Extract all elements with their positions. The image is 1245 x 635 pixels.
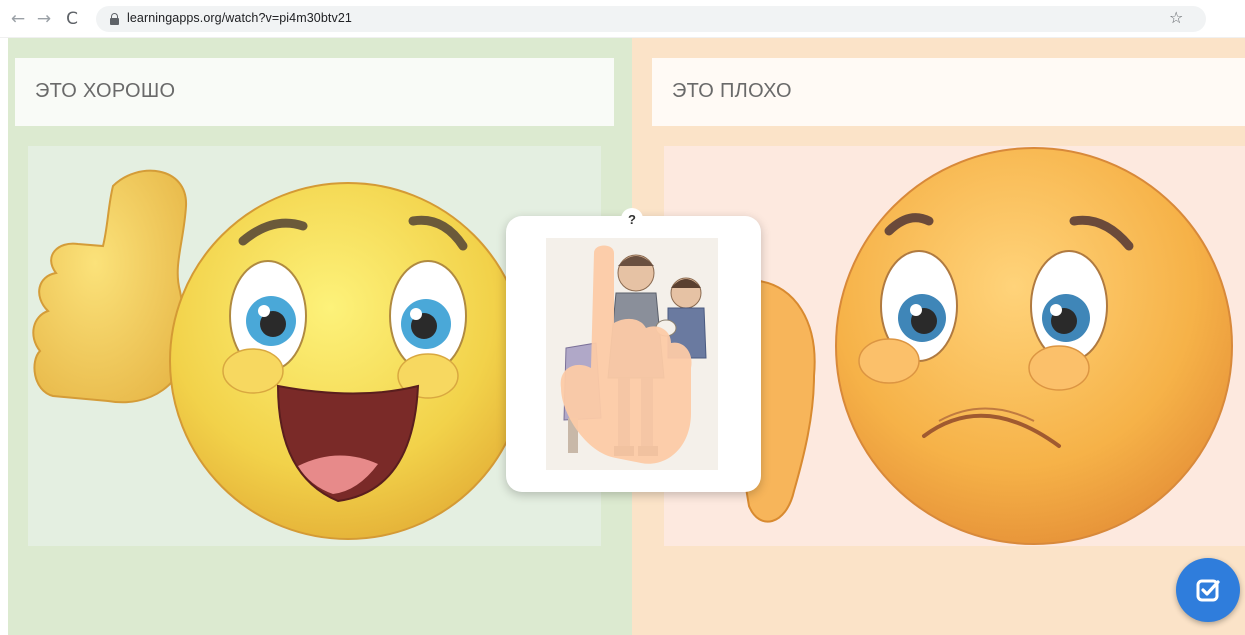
draggable-card[interactable] <box>506 216 761 492</box>
address-bar[interactable]: learningapps.org/watch?v=pi4m30btv21 ☆ <box>96 6 1206 32</box>
forward-icon[interactable]: → <box>34 9 54 29</box>
checkbox-check-icon <box>1196 579 1220 602</box>
card-hint-badge[interactable]: ? <box>621 208 643 230</box>
url-text[interactable]: learningapps.org/watch?v=pi4m30btv21 <box>127 11 352 25</box>
category-title-good: ЭТО ХОРОШО <box>35 80 176 102</box>
children-illustration-image <box>546 238 718 470</box>
check-answers-button[interactable] <box>1176 558 1240 622</box>
category-title-bad: ЭТО ПЛОХО <box>672 80 792 102</box>
back-icon[interactable]: ← <box>8 9 28 29</box>
lock-icon <box>110 13 119 25</box>
browser-toolbar: ← → C learningapps.org/watch?v=pi4m30btv… <box>0 0 1245 38</box>
card-illustration <box>546 238 718 470</box>
reload-icon[interactable]: C <box>62 9 82 29</box>
category-header-bad: ЭТО ПЛОХО <box>652 58 1245 126</box>
category-header-good: ЭТО ХОРОШО <box>15 58 614 126</box>
bookmark-star-icon[interactable]: ☆ <box>1169 8 1183 27</box>
